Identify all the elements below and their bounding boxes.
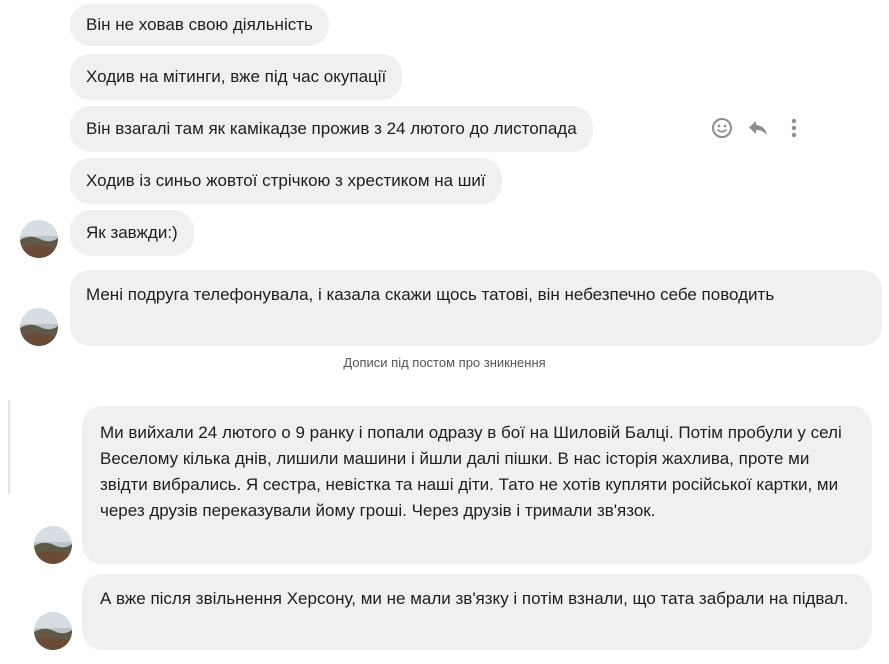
message-text: Ми вийхали 24 лютого о 9 ранку і попали … [100,423,842,520]
message-bubble[interactable]: Він взагалі там як камікадзе прожив з 24… [70,106,593,152]
message-bubble[interactable]: Як завжди:) [70,210,194,256]
more-icon[interactable] [780,116,808,140]
avatar[interactable] [20,308,58,346]
avatar[interactable] [20,220,58,258]
message-text: Він взагалі там як камікадзе прожив з 24… [86,119,577,138]
avatar[interactable] [34,526,72,564]
reply-icon[interactable] [744,116,772,140]
message-bubble[interactable]: Він не ховав свою діяльність [70,4,329,46]
message-bubble[interactable]: А вже після звільнення Херсону, ми не ма… [82,574,872,650]
message-text: Як завжди:) [86,223,178,242]
message-text: А вже після звільнення Херсону, ми не ма… [100,589,849,608]
message-actions [708,116,808,140]
message-bubble[interactable]: Ми вийхали 24 лютого о 9 ранку і попали … [82,406,872,564]
avatar[interactable] [34,612,72,650]
message-bubble[interactable]: Мені подруга телефонувала, і казала скаж… [70,270,882,346]
smiley-icon[interactable] [708,116,736,140]
message-text: Він не ховав свою діяльність [86,15,313,34]
message-text: Ходив із синьо жовтої стрічкою з хрестик… [86,171,486,190]
message-text: Ходив на мітинги, вже під час окупації [86,67,387,86]
message-bubble[interactable]: Ходив із синьо жовтої стрічкою з хрестик… [70,158,502,204]
divider [8,400,10,494]
message-text: Мені подруга телефонувала, і казала скаж… [86,285,775,304]
image-caption: Дописи під постом про зникнення [343,355,546,370]
message-bubble[interactable]: Ходив на мітинги, вже під час окупації [70,54,403,100]
